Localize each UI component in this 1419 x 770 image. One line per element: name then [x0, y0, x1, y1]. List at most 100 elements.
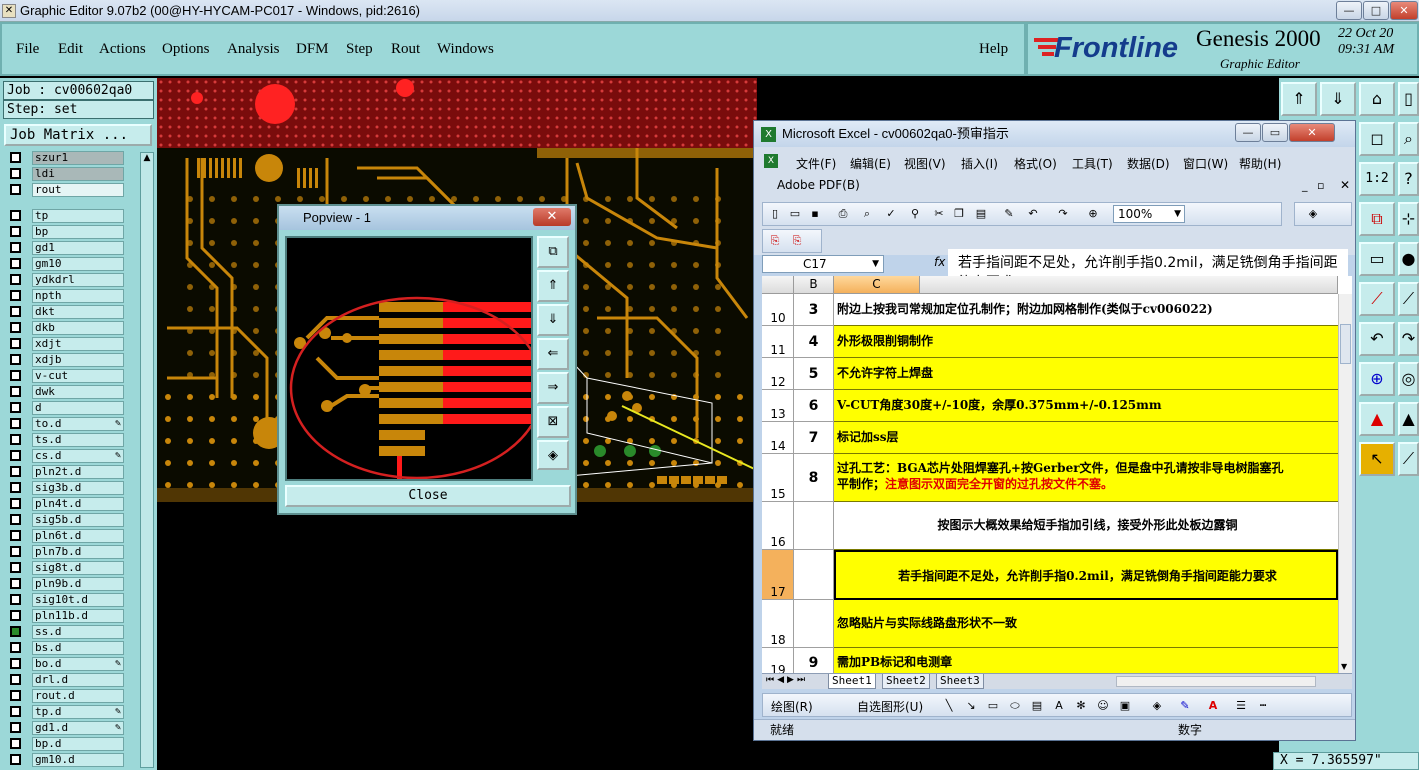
minimize-button[interactable]: — [1336, 1, 1362, 20]
layer-checkbox[interactable] [10, 274, 21, 285]
cell-c[interactable]: 过孔工艺：BGA芯片处阻焊塞孔+按Gerber文件，但是盘中孔请按非导电树脂塞孔… [834, 454, 1338, 502]
layer-checkbox[interactable] [10, 482, 21, 493]
layer-name[interactable]: ts.d [32, 432, 124, 447]
scroll-up-icon[interactable]: ▲ [141, 153, 153, 165]
layer-name[interactable]: drl.d [32, 672, 124, 687]
layer-checkbox[interactable] [10, 322, 21, 333]
layer-checkbox[interactable] [10, 450, 21, 461]
layer-name[interactable]: pln4t.d [32, 496, 124, 511]
popview-zoom-out-icon[interactable]: ⊠ [537, 406, 569, 438]
layer-row[interactable]: ts.d [4, 432, 124, 447]
layer-name[interactable]: dwk [32, 384, 124, 399]
layer-name[interactable]: d [32, 400, 124, 415]
cell-b[interactable]: 6 [794, 390, 834, 422]
paste-icon[interactable]: ▤ [973, 206, 989, 222]
cell-b[interactable]: 5 [794, 358, 834, 390]
cell-c[interactable]: 忽略贴片与实际线路盘形状不一致 [834, 600, 1338, 648]
layer-checkbox[interactable] [10, 418, 21, 429]
excel-menu-adobe-pdf[interactable]: Adobe PDF(B) [777, 178, 860, 192]
more-icon[interactable]: ▯ [1398, 82, 1419, 116]
cut-icon[interactable]: ✂ [931, 206, 947, 222]
rectangle-icon[interactable]: ▭ [985, 698, 1001, 714]
layer-name[interactable]: ss.d [32, 624, 124, 639]
layer-row[interactable]: sig3b.d [4, 480, 124, 495]
cell-b[interactable] [794, 550, 834, 600]
line-style-icon[interactable]: ☰ [1233, 698, 1249, 714]
print-icon[interactable]: ⎙ [835, 206, 851, 222]
layer-row[interactable]: sig8t.d [4, 560, 124, 575]
layer-row[interactable]: szur1 [4, 150, 124, 165]
cell-c-active[interactable]: 若手指间距不足处，允许削手指0.2mil，满足铣倒角手指间距能力要求 [834, 550, 1338, 600]
sheet-nav-icon[interactable]: ⏮◀▶⏭ [766, 675, 808, 685]
layer-checkbox[interactable] [10, 226, 21, 237]
row-header[interactable]: 17 [762, 550, 794, 600]
popview-down-icon[interactable]: ⇓ [537, 304, 569, 336]
layer-row[interactable]: pln11b.d [4, 608, 124, 623]
layer-checkbox[interactable] [10, 498, 21, 509]
layer-name[interactable]: v-cut [32, 368, 124, 383]
layer-checkbox[interactable] [10, 152, 21, 163]
layer-checkbox[interactable] [10, 706, 21, 717]
layer-row[interactable]: gm10 [4, 256, 124, 271]
layer-name[interactable]: dkt [32, 304, 124, 319]
layer-name[interactable]: bo.d ✎ [32, 656, 124, 671]
popview-canvas[interactable] [285, 236, 533, 481]
layer-checkbox[interactable] [10, 530, 21, 541]
spell-check-icon[interactable]: ✓ [883, 206, 899, 222]
menu-help[interactable]: Help [979, 41, 1008, 58]
column-header-b[interactable]: B [794, 276, 834, 294]
layer-row[interactable]: ydkdrl [4, 272, 124, 287]
menu-actions[interactable]: Actions [99, 41, 146, 58]
layer-checkbox[interactable] [10, 658, 21, 669]
open-up-icon[interactable]: ⇑ [1281, 82, 1317, 116]
fill-bucket-icon[interactable]: ◈ [1149, 698, 1165, 714]
popview-right-icon[interactable]: ⇒ [537, 372, 569, 404]
open-folder-icon[interactable]: ▭ [787, 206, 803, 222]
layer-row[interactable]: pln6t.d [4, 528, 124, 543]
excel-close-button[interactable]: ✕ [1289, 123, 1335, 142]
layer-name[interactable]: sig10t.d [32, 592, 124, 607]
layer-row[interactable]: gm10.d [4, 752, 124, 767]
layer-row[interactable]: pln7b.d [4, 544, 124, 559]
menu-rout[interactable]: Rout [391, 41, 420, 58]
column-header-c[interactable]: C [834, 276, 920, 294]
diagram-icon[interactable]: ✻ [1073, 698, 1089, 714]
scale-icon[interactable]: ? [1398, 162, 1419, 196]
layer-name[interactable]: bp.d [32, 736, 124, 751]
layer-checkbox[interactable] [10, 242, 21, 253]
maximize-button[interactable]: □ [1363, 1, 1389, 20]
layer-name[interactable]: bp [32, 224, 124, 239]
layer-row[interactable]: dkt [4, 304, 124, 319]
layer-name[interactable]: xdjt [32, 336, 124, 351]
layer-checkbox[interactable] [10, 354, 21, 365]
sheet-tab-1[interactable]: Sheet1 [828, 674, 876, 689]
cell-c[interactable]: 附边上按我司常规加定位孔制作；附边加网格制作(类似于cv006022) [834, 294, 1338, 326]
clipart-icon[interactable]: ☺ [1095, 698, 1111, 714]
layer-name[interactable]: gd1 [32, 240, 124, 255]
home-icon[interactable]: ⌂ [1359, 82, 1395, 116]
row-header[interactable]: 15 [762, 454, 794, 502]
excel-menu-edit[interactable]: 编辑(E) [850, 155, 891, 172]
menu-analysis[interactable]: Analysis [227, 41, 280, 58]
worksheet-grid[interactable]: B C 10 3 附边上按我司常规加定位孔制作；附边加网格制作(类似于cv00602… [762, 276, 1352, 673]
layers-icon[interactable]: ⧉ [1359, 202, 1395, 236]
popview-zoom-window-icon[interactable]: ⧉ [537, 236, 569, 268]
layer-name[interactable]: gd1.d ✎ [32, 720, 124, 735]
layer-name[interactable]: rout.d [32, 688, 124, 703]
layer-checkbox[interactable] [10, 578, 21, 589]
excel-doc-minimize-icon[interactable]: _ [1302, 179, 1308, 192]
select-all-corner[interactable] [762, 276, 794, 294]
row-header[interactable]: 16 [762, 502, 794, 550]
layer-row[interactable]: tp [4, 208, 124, 223]
excel-menu-help[interactable]: 帮助(H) [1239, 155, 1281, 172]
print-preview-icon[interactable]: ⌕ [859, 206, 875, 222]
layer-checkbox[interactable] [10, 466, 21, 477]
layer-row[interactable]: gd1.d ✎ [4, 720, 124, 735]
cell-c[interactable]: 外形极限削铜制作 [834, 326, 1338, 358]
cell-b[interactable]: 4 [794, 326, 834, 358]
layer-name[interactable]: to.d ✎ [32, 416, 124, 431]
layer-checkbox[interactable] [10, 306, 21, 317]
horizontal-scrollbar[interactable] [1116, 676, 1316, 687]
oval-icon[interactable]: ⬭ [1007, 698, 1023, 714]
layer-checkbox[interactable] [10, 562, 21, 573]
